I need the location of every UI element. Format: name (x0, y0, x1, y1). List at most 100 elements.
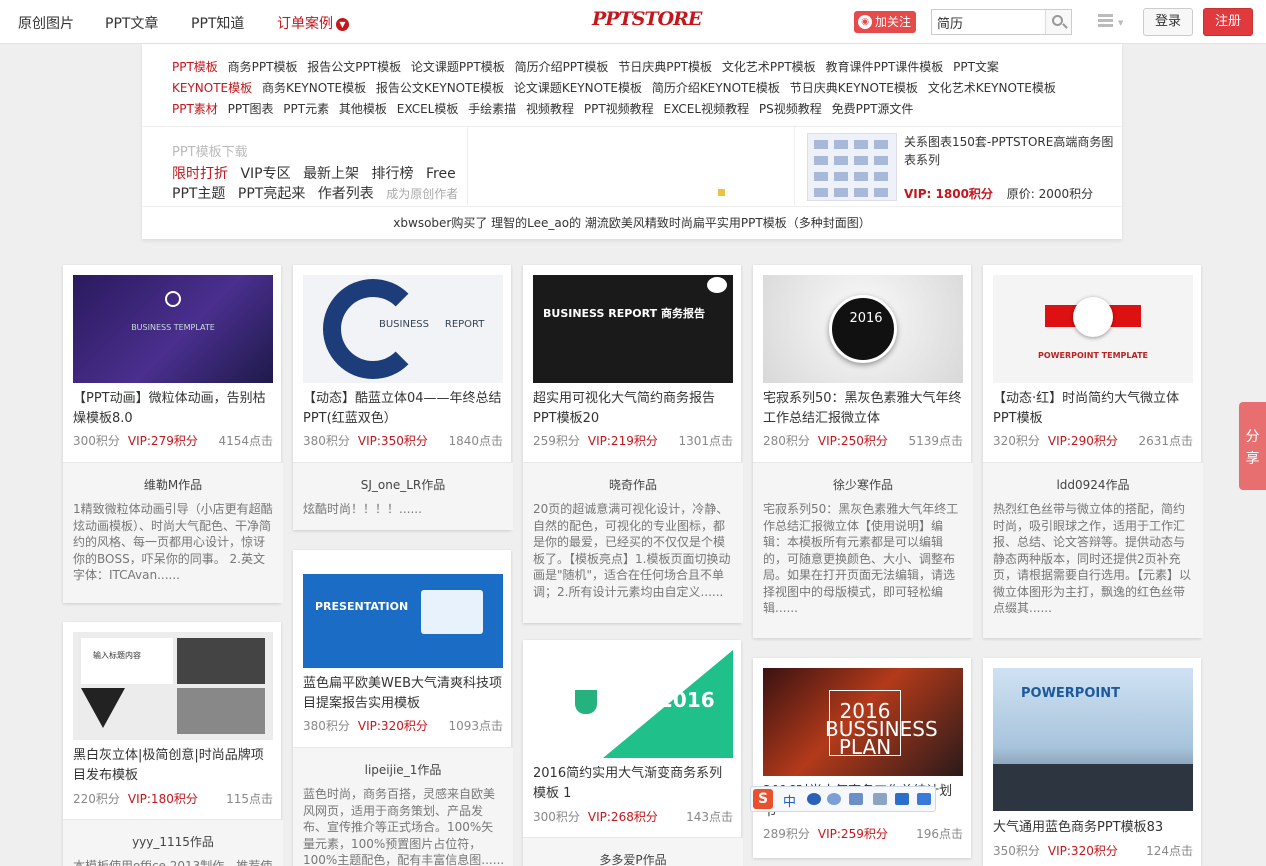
product-thumbnail[interactable]: 输入标题内容 (73, 632, 273, 740)
product-card[interactable]: 2016 BUSSINESS PLAN 2016时尚大气商务工作总结计划书 28… (753, 658, 971, 858)
moon-icon[interactable] (807, 793, 821, 805)
category-link[interactable]: PPT视频教程 (584, 102, 654, 116)
download-link[interactable]: 排行榜 (372, 166, 414, 182)
category-link[interactable]: PPT元素 (283, 102, 329, 116)
product-meta: 320积分 VIP:290积分 2631点击 (993, 432, 1193, 449)
product-title[interactable]: 2016简约实用大气渐变商务系列模板 1 (533, 764, 733, 804)
category-link[interactable]: 教育课件PPT课件模板 (825, 60, 943, 74)
product-author[interactable]: SJ_one_LR作品 (293, 476, 513, 493)
share-side-tab[interactable]: 分享 (1239, 402, 1266, 490)
search-button[interactable] (1045, 10, 1071, 34)
product-thumbnail[interactable]: POWERPOINT (993, 668, 1193, 811)
product-thumbnail[interactable]: 2016 (533, 650, 733, 758)
user-icon[interactable] (873, 793, 887, 805)
register-button[interactable]: 注册 (1203, 8, 1253, 36)
download-link[interactable]: PPT亮起来 (238, 186, 305, 202)
category-link[interactable]: PPT文案 (953, 60, 999, 74)
nav-ppt-articles[interactable]: PPT文章 (105, 13, 158, 33)
promo-thumbnail[interactable] (807, 133, 897, 201)
product-card[interactable]: PRESENTATION 蓝色扁平欧美WEB大气清爽科技项目提案报告实用模板 3… (293, 550, 513, 866)
sogou-icon[interactable]: S (753, 789, 773, 809)
product-thumbnail[interactable]: POWERPOINT TEMPLATE (993, 275, 1193, 383)
product-author[interactable]: 多多爱P作品 (523, 851, 743, 866)
nav-ppt-qa[interactable]: PPT知道 (191, 13, 244, 33)
product-title[interactable]: 【动态·红】时尚简约大气微立体PPT模板 (993, 389, 1193, 429)
download-row-2: PPT主题 PPT亮起来 作者列表 成为原创作者 (172, 183, 466, 203)
category-link[interactable]: PPT图表 (228, 102, 274, 116)
category-link[interactable]: EXCEL模板 (397, 102, 459, 116)
product-card[interactable]: BUSINESS TEMPLATE 【PPT动画】微粒体动画，告别枯燥模板8.0… (63, 265, 283, 603)
product-author[interactable]: 维勒M作品 (63, 476, 283, 493)
product-title[interactable]: 【PPT动画】微粒体动画，告别枯燥模板8.0 (73, 389, 273, 429)
category-link[interactable]: 节日庆典KEYNOTE模板 (790, 81, 918, 95)
product-thumbnail[interactable]: PRESENTATION (303, 560, 503, 668)
product-title[interactable]: 大气通用蓝色商务PPT模板83 (993, 818, 1193, 838)
category-link[interactable]: 论文课题PPT模板 (411, 60, 505, 74)
weibo-follow-button[interactable]: ◉ 加关注 (854, 11, 916, 33)
category-link[interactable]: 免费PPT源文件 (832, 102, 914, 116)
keyboard-icon[interactable] (849, 793, 863, 805)
skin-icon[interactable] (895, 793, 909, 805)
category-link[interactable]: 报告公文PPT模板 (307, 60, 401, 74)
category-link[interactable]: 视频教程 (526, 102, 574, 116)
product-thumbnail[interactable]: BUSINESS REPORT (303, 275, 503, 383)
nav-order-cases[interactable]: 订单案例 ▼ (277, 13, 349, 33)
site-logo[interactable]: PPTSTORE (592, 8, 702, 30)
product-author[interactable]: ldd0924作品 (983, 476, 1203, 493)
product-title[interactable]: 蓝色扁平欧美WEB大气清爽科技项目提案报告实用模板 (303, 674, 503, 714)
category-link[interactable]: KEYNOTE模板 (172, 81, 252, 95)
product-card[interactable]: POWERPOINT TEMPLATE 【动态·红】时尚简约大气微立体PPT模板… (983, 265, 1203, 638)
category-link[interactable]: PPT模板 (172, 60, 218, 74)
product-author[interactable]: yyy_1115作品 (63, 833, 283, 850)
download-link[interactable]: PPT主题 (172, 186, 225, 202)
category-link[interactable]: 手绘素描 (468, 102, 516, 116)
category-link[interactable]: PPT素材 (172, 102, 218, 116)
category-link[interactable]: PS视频教程 (759, 102, 822, 116)
download-link[interactable]: 作者列表 (318, 186, 374, 202)
download-link[interactable]: 成为原创作者 (386, 187, 458, 201)
ime-toolbar[interactable]: S 中 (750, 786, 936, 812)
login-button[interactable]: 登录 (1143, 8, 1193, 36)
download-link[interactable]: 最新上架 (303, 166, 359, 182)
category-link[interactable]: 其他模板 (339, 102, 387, 116)
product-card[interactable]: 2016 宅寂系列50：黑灰色素雅大气年终工作总结汇报微立体 280积分 VIP:… (753, 265, 973, 638)
product-card[interactable]: 输入标题内容 黑白灰立体|极简创意|时尚品牌项目发布模板 220积分 VIP:18… (63, 622, 283, 866)
wrench-icon[interactable] (917, 793, 931, 805)
category-link[interactable]: 节日庆典PPT模板 (618, 60, 712, 74)
product-card[interactable]: POWERPOINT 大气通用蓝色商务PPT模板83 350积分 VIP:320积… (983, 658, 1201, 866)
nav-original-images[interactable]: 原创图片 (18, 13, 74, 33)
product-author[interactable]: 晓奇作品 (523, 476, 743, 493)
product-title[interactable]: 超实用可视化大气简约商务报告PPT模板20 (533, 389, 733, 429)
category-link[interactable]: 商务PPT模板 (228, 60, 298, 74)
product-card[interactable]: BUSINESS REPORT 【动态】酷蓝立体04——年终总结PPT(红蓝双色… (293, 265, 513, 530)
download-link[interactable]: VIP专区 (240, 166, 290, 182)
category-link[interactable]: 商务KEYNOTE模板 (262, 81, 366, 95)
product-title[interactable]: 【动态】酷蓝立体04——年终总结PPT(红蓝双色） (303, 389, 503, 429)
product-description: 20页的超诚意满可视化设计，冷静、自然的配色，可视化的专业图标，都是你的最爱，已… (533, 502, 731, 599)
ime-mode-toggle[interactable]: 中 (783, 791, 796, 810)
product-title[interactable]: 黑白灰立体|极简创意|时尚品牌项目发布模板 (73, 746, 273, 786)
category-link[interactable]: EXCEL视频教程 (664, 102, 750, 116)
product-thumbnail[interactable]: BUSINESS TEMPLATE (73, 275, 273, 383)
promo-title[interactable]: 关系图表150套-PPTSTORE高端商务图表系列 (904, 133, 1119, 169)
product-title[interactable]: 宅寂系列50：黑灰色素雅大气年终工作总结汇报微立体 (763, 389, 963, 429)
product-thumbnail[interactable]: 2016 BUSSINESS PLAN (763, 668, 963, 776)
download-link[interactable]: 限时打折 (172, 166, 228, 182)
category-link[interactable]: 文化艺术PPT模板 (722, 60, 816, 74)
punctuation-icon[interactable] (827, 793, 841, 805)
product-author[interactable]: 徐少寒作品 (753, 476, 973, 493)
category-link[interactable]: 报告公文KEYNOTE模板 (376, 81, 504, 95)
product-thumbnail[interactable]: BUSINESS REPORT 商务报告 (533, 275, 733, 383)
download-link[interactable]: Free (426, 166, 456, 182)
category-link[interactable]: 论文课题KEYNOTE模板 (514, 81, 642, 95)
category-link[interactable]: 简历介绍KEYNOTE模板 (652, 81, 780, 95)
product-thumbnail[interactable]: 2016 (763, 275, 963, 383)
product-points: 380积分 (303, 719, 350, 733)
product-card[interactable]: BUSINESS REPORT 商务报告 超实用可视化大气简约商务报告PPT模板… (523, 265, 743, 623)
list-menu-icon[interactable]: ▼ (1098, 14, 1124, 30)
search-input[interactable] (932, 10, 1044, 34)
category-link[interactable]: 文化艺术KEYNOTE模板 (928, 81, 1056, 95)
product-author[interactable]: lipeijie_1作品 (293, 761, 513, 778)
category-link[interactable]: 简历介绍PPT模板 (515, 60, 609, 74)
product-card[interactable]: 2016 2016简约实用大气渐变商务系列模板 1 300积分 VIP:268积分… (523, 640, 743, 866)
